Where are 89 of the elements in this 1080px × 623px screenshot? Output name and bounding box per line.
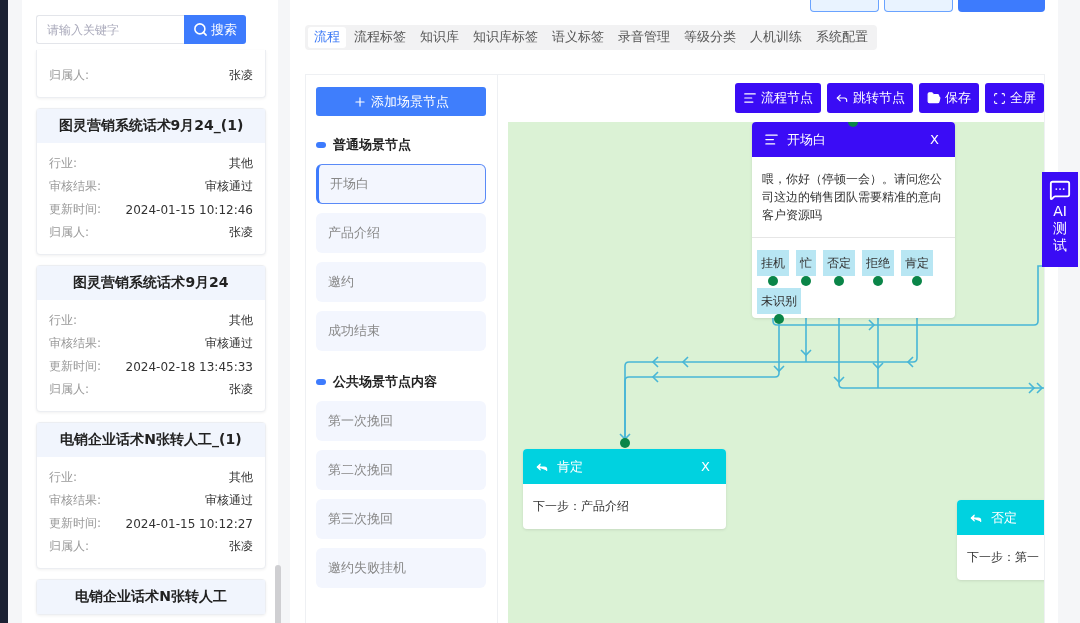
field-label: 归属人: xyxy=(49,381,90,398)
connector-dot[interactable] xyxy=(774,314,784,324)
tab[interactable]: 人机训练 xyxy=(744,27,808,48)
keyword-search-field[interactable]: 请输入关键字 xyxy=(36,15,184,44)
field-value: 张凌 xyxy=(229,381,253,398)
branch-tag[interactable]: 肯定 xyxy=(901,250,933,276)
card-title: 图灵营销系统话术9月24 xyxy=(37,266,265,300)
toolbar-button[interactable]: 保存 xyxy=(919,83,979,113)
tab[interactable]: 语义标签 xyxy=(546,27,610,48)
field-label: 归属人: xyxy=(49,224,90,241)
field-label: 更新时间: xyxy=(49,515,102,532)
branch-tag[interactable]: 否定 xyxy=(823,250,855,276)
tab[interactable]: 流程标签 xyxy=(348,27,412,48)
field-label: 审核结果: xyxy=(49,335,102,352)
node-text: 下一步：第一 xyxy=(966,549,1040,566)
branch-tag[interactable]: 未识别 xyxy=(757,288,801,314)
tab[interactable]: 流程 xyxy=(308,27,346,48)
node-text: 喂，你好（停顿一会）。请问您公司这边的销售团队需要精准的意向客户资源吗 xyxy=(761,171,943,224)
branch-tag[interactable]: 拒绝 xyxy=(862,250,894,276)
toolbar-button[interactable]: 跳转节点 xyxy=(827,83,913,113)
field-label: 更新时间: xyxy=(49,358,102,375)
tab[interactable]: 录音管理 xyxy=(612,27,676,48)
field-value: 审核通过 xyxy=(205,335,253,352)
field-value: 张凌 xyxy=(229,224,253,241)
field-value: 2024-01-15 10:12:27 xyxy=(125,516,253,531)
bullet-icon xyxy=(316,379,326,385)
branch-tag[interactable]: 挂机 xyxy=(757,250,789,276)
field-label: 行业: xyxy=(49,312,78,329)
script-card[interactable]: 图灵营销系统话术9月24 行业: 其他 审核结果: 审核通过 更新时间: 2024-02-18 13:45:33 归属人: 张凌 xyxy=(36,265,266,412)
chat-icon xyxy=(1049,179,1071,201)
field-value: 张凌 xyxy=(229,67,253,84)
search-button[interactable]: 搜索 xyxy=(184,15,246,44)
ai-test-button[interactable]: AI测试 xyxy=(1042,172,1078,267)
plus-icon xyxy=(353,94,367,109)
field-value: 审核通过 xyxy=(205,492,253,509)
tab[interactable]: 等级分类 xyxy=(678,27,742,48)
branch-tag[interactable]: 忙 xyxy=(796,250,816,276)
field-value: 张凌 xyxy=(229,538,253,555)
field-value: 其他 xyxy=(229,312,253,329)
tab[interactable]: 知识库标签 xyxy=(467,27,544,48)
section-title: 普通场景节点 xyxy=(333,136,411,154)
field-value: 2024-02-18 13:45:33 xyxy=(125,359,253,374)
scene-node-item[interactable]: 成功结束 xyxy=(316,311,486,351)
field-label: 审核结果: xyxy=(49,178,102,195)
script-card[interactable]: 归属人: 张凌 xyxy=(36,50,266,98)
tab[interactable]: 知识库 xyxy=(414,27,465,48)
toolbar-button[interactable]: 全屏 xyxy=(985,83,1044,113)
search-icon xyxy=(193,22,208,37)
field-value: 2024-01-15 10:12:46 xyxy=(125,202,253,217)
script-card[interactable]: 电销企业话术N张转人工_(1) 行业: 其他 审核结果: 审核通过 更新时间: 2024-01-15 10:12:27 归属人: 张凌 xyxy=(36,422,266,569)
fullscreen-icon xyxy=(993,91,1006,105)
reply-arrow-icon xyxy=(835,91,849,105)
flow-node[interactable]: 开场白 X 喂，你好（停顿一会）。请问您公司这边的销售团队需要精准的意向客户资源吗 挂机 忙 否定 拒绝 肯定 未识别 xyxy=(752,122,955,318)
field-value: 其他 xyxy=(229,469,253,486)
field-label: 审核结果: xyxy=(49,492,102,509)
scene-node-item[interactable]: 邀约 xyxy=(316,262,486,302)
field-value: 审核通过 xyxy=(205,178,253,195)
connector-dot[interactable] xyxy=(768,276,778,286)
connector-dot[interactable] xyxy=(620,438,630,448)
node-title: 肯定 xyxy=(557,457,584,476)
lines-icon xyxy=(743,91,757,105)
flow-node[interactable]: 肯定 X 下一步：产品介绍 xyxy=(523,449,726,529)
connector-dot[interactable] xyxy=(801,276,811,286)
field-label: 更新时间: xyxy=(49,201,102,218)
connector-dot[interactable] xyxy=(873,276,883,286)
card-title: 电销企业话术N张转人工_(1) xyxy=(37,423,265,457)
field-value: 其他 xyxy=(229,155,253,172)
scrollbar-thumb[interactable] xyxy=(275,565,281,623)
node-text: 下一步：产品介绍 xyxy=(532,498,630,515)
field-label: 行业: xyxy=(49,155,78,172)
card-title: 图灵营销系统话术9月24_(1) xyxy=(37,109,265,143)
script-card[interactable]: 电销企业话术N张转人工 xyxy=(36,579,266,615)
field-label: 归属人: xyxy=(49,67,90,84)
field-label: 归属人: xyxy=(49,538,90,555)
connector-dot[interactable] xyxy=(834,276,844,286)
flow-node[interactable]: 否定 下一步：第一 xyxy=(957,500,1044,580)
lines-icon xyxy=(764,132,779,147)
toolbar-button[interactable]: 流程节点 xyxy=(735,83,821,113)
field-label: 行业: xyxy=(49,469,78,486)
folder-icon xyxy=(927,91,941,105)
node-title: 否定 xyxy=(991,508,1018,527)
bullet-icon xyxy=(316,142,326,148)
connector-dot[interactable] xyxy=(912,276,922,286)
close-button[interactable]: X xyxy=(930,132,943,147)
tab[interactable]: 系统配置 xyxy=(810,27,874,48)
node-title: 开场白 xyxy=(787,130,827,149)
script-card[interactable]: 图灵营销系统话术9月24_(1) 行业: 其他 审核结果: 审核通过 更新时间: 2024-01-15 10:12:46 归属人: 张凌 xyxy=(36,108,266,255)
section-title: 公共场景节点内容 xyxy=(333,373,437,391)
add-scene-node-button[interactable]: 添加场景节点 xyxy=(316,87,486,116)
